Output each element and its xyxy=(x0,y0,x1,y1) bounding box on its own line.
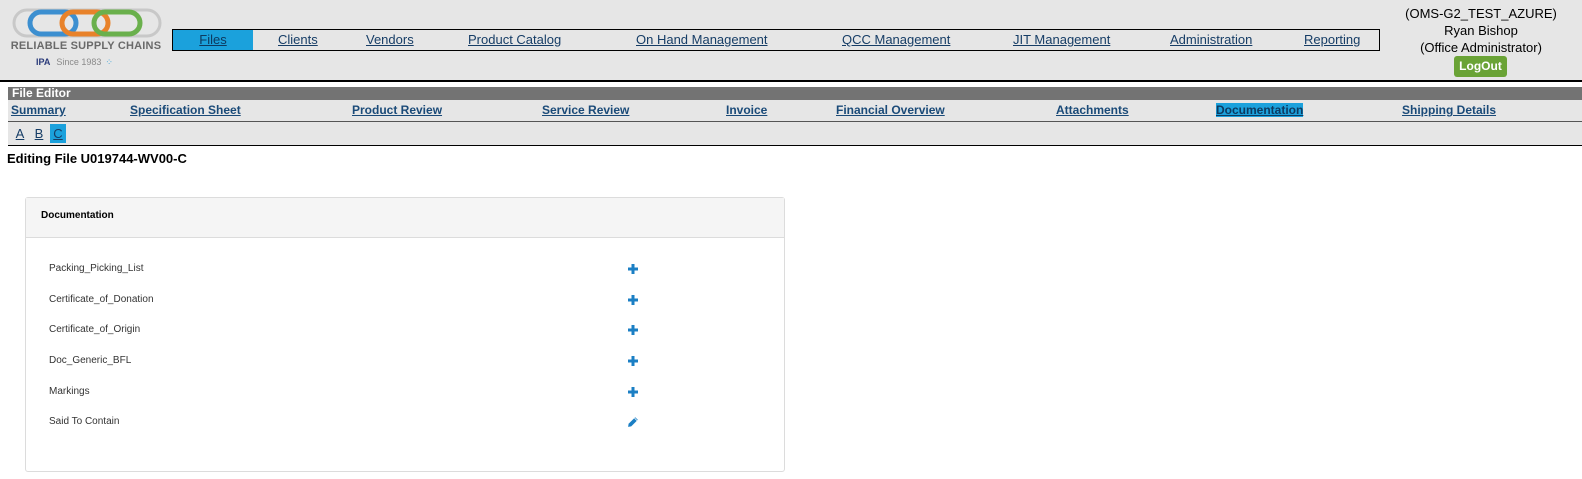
file-variant-tabs: A B C xyxy=(8,122,1582,146)
editing-file-heading: Editing File U019744-WV00-C xyxy=(7,151,187,166)
doc-row: Certificate_of_Origin xyxy=(26,320,784,340)
panel-title: Documentation xyxy=(26,198,784,238)
user-info: (OMS-G2_TEST_AZURE) Ryan Bishop (Office … xyxy=(1395,5,1567,56)
doc-row: Certificate_of_Donation xyxy=(26,290,784,310)
since-text: Since 1983 xyxy=(56,57,102,67)
tab-specification-sheet[interactable]: Specification Sheet xyxy=(130,103,241,117)
nav-vendors[interactable]: Vendors xyxy=(366,30,414,50)
partner-logo: IPA xyxy=(36,57,51,67)
nav-reporting[interactable]: Reporting xyxy=(1304,30,1360,50)
nav-files[interactable]: Files xyxy=(173,30,253,50)
variant-b[interactable]: B xyxy=(31,124,47,143)
tab-documentation[interactable]: Documentation xyxy=(1216,103,1304,117)
company-logo[interactable]: RELIABLE SUPPLY CHAINS IPA Since 1983 ⁘ xyxy=(8,6,164,76)
user-role: (Office Administrator) xyxy=(1420,40,1542,55)
header-divider xyxy=(0,80,1582,82)
logout-button[interactable]: LogOut xyxy=(1454,56,1507,77)
tab-financial-overview[interactable]: Financial Overview xyxy=(836,103,945,117)
nav-clients[interactable]: Clients xyxy=(278,30,318,50)
top-bar: RELIABLE SUPPLY CHAINS IPA Since 1983 ⁘ Fi… xyxy=(0,0,1582,81)
user-name: Ryan Bishop xyxy=(1444,23,1518,38)
doc-label: Said To Contain xyxy=(49,416,120,427)
file-editor-title: File Editor xyxy=(8,87,1582,100)
doc-label: Certificate_of_Origin xyxy=(49,324,141,335)
nav-product-catalog[interactable]: Product Catalog xyxy=(468,30,561,50)
logo-tagline: IPA Since 1983 ⁘ xyxy=(34,57,154,68)
tab-invoice[interactable]: Invoice xyxy=(726,103,767,117)
file-editor-tabs: Summary Specification Sheet Product Revi… xyxy=(8,100,1582,122)
plus-icon[interactable] xyxy=(627,324,639,336)
tab-summary[interactable]: Summary xyxy=(11,103,66,117)
chain-links-icon xyxy=(12,8,162,38)
doc-label: Certificate_of_Donation xyxy=(49,294,154,305)
doc-label: Packing_Picking_List xyxy=(49,263,144,274)
doc-label: Markings xyxy=(49,386,90,397)
variant-a[interactable]: A xyxy=(12,124,28,143)
nav-administration[interactable]: Administration xyxy=(1170,30,1252,50)
main-nav: Files Clients Vendors Product Catalog On… xyxy=(172,29,1380,51)
tab-attachments[interactable]: Attachments xyxy=(1056,103,1129,117)
tab-shipping-details[interactable]: Shipping Details xyxy=(1402,103,1496,117)
nav-qcc-management[interactable]: QCC Management xyxy=(842,30,950,50)
environment-label: (OMS-G2_TEST_AZURE) xyxy=(1405,6,1557,21)
plus-icon[interactable] xyxy=(627,355,639,367)
plus-icon[interactable] xyxy=(627,294,639,306)
doc-row: Said To Contain xyxy=(26,412,784,432)
doc-row: Packing_Picking_List xyxy=(26,259,784,279)
plus-icon[interactable] xyxy=(627,263,639,275)
pencil-icon[interactable] xyxy=(627,416,639,428)
logo-name: RELIABLE SUPPLY CHAINS xyxy=(10,40,162,52)
doc-row: Markings xyxy=(26,382,784,402)
tab-service-review[interactable]: Service Review xyxy=(542,103,629,117)
doc-row: Doc_Generic_BFL xyxy=(26,351,784,371)
nav-on-hand-management[interactable]: On Hand Management xyxy=(636,30,768,50)
tab-product-review[interactable]: Product Review xyxy=(352,103,442,117)
nav-jit-management[interactable]: JIT Management xyxy=(1013,30,1110,50)
sparkle-icon: ⁘ xyxy=(105,57,113,67)
documentation-panel: Documentation Packing_Picking_List Certi… xyxy=(25,197,785,472)
variant-c[interactable]: C xyxy=(50,124,66,143)
plus-icon[interactable] xyxy=(627,386,639,398)
doc-label: Doc_Generic_BFL xyxy=(49,355,132,366)
